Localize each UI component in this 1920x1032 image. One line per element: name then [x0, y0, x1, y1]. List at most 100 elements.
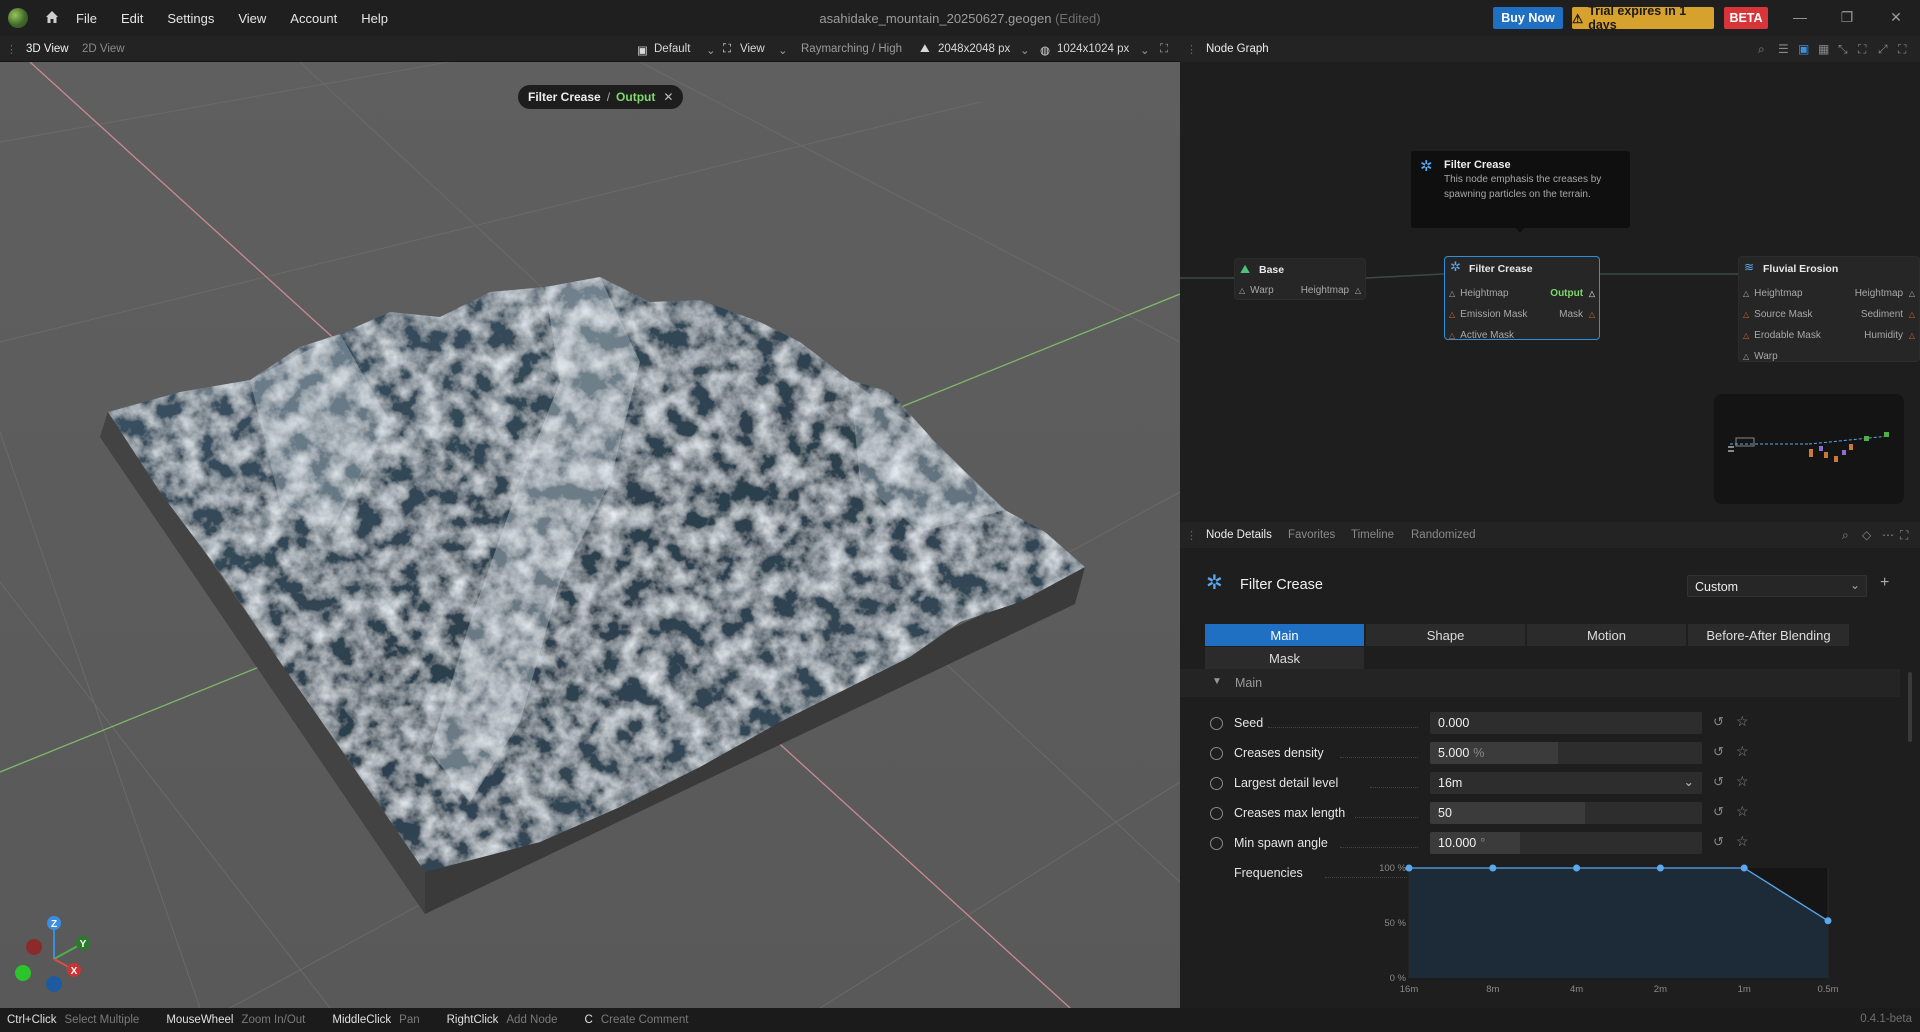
axis-gizmo[interactable]: Z Y X: [10, 912, 100, 994]
param-expose-radio[interactable]: [1210, 837, 1223, 850]
tab-motion[interactable]: Motion: [1527, 624, 1686, 646]
menu-file[interactable]: File: [76, 11, 97, 26]
texture-resolution[interactable]: 1024x1024 px: [1057, 43, 1129, 55]
reset-icon[interactable]: ↺: [1713, 714, 1724, 730]
drag-handle-icon[interactable]: ⋮: [6, 43, 17, 56]
tab-shape[interactable]: Shape: [1366, 624, 1525, 646]
search-icon[interactable]: ⌕: [1758, 42, 1765, 57]
add-icon[interactable]: +: [1880, 574, 1889, 592]
drag-handle-icon[interactable]: ⋮: [1186, 43, 1197, 56]
output-port-mask[interactable]: Mask △: [1559, 309, 1595, 320]
output-port-output[interactable]: Output △: [1550, 288, 1595, 299]
star-icon[interactable]: ☆: [1736, 773, 1749, 790]
tab-2d-view[interactable]: 2D View: [82, 43, 125, 55]
tab-mask[interactable]: Mask: [1205, 647, 1364, 669]
input-port-heightmap[interactable]: △ Heightmap: [1449, 288, 1509, 299]
star-icon[interactable]: ☆: [1736, 833, 1749, 850]
search-icon[interactable]: ⌕: [1842, 528, 1849, 543]
breadcrumb-output[interactable]: Output: [616, 90, 655, 104]
close-icon[interactable]: ✕: [1886, 9, 1906, 26]
input-port-warp[interactable]: △ Warp: [1743, 351, 1778, 362]
star-icon[interactable]: ☆: [1736, 803, 1749, 820]
menu-account[interactable]: Account: [290, 11, 337, 26]
camera-select[interactable]: Default: [654, 43, 690, 55]
creases-max-length-slider[interactable]: 50: [1430, 802, 1702, 824]
chevron-down-icon[interactable]: ⌄: [778, 43, 788, 57]
section-main-header[interactable]: ▼ Main: [1180, 669, 1900, 697]
tab-main[interactable]: Main: [1205, 624, 1364, 646]
menu-view[interactable]: View: [238, 11, 266, 26]
output-port-humidity[interactable]: Humidity △: [1864, 330, 1915, 341]
minimize-icon[interactable]: —: [1790, 9, 1810, 25]
reset-icon[interactable]: ↺: [1713, 744, 1724, 760]
reset-icon[interactable]: ↺: [1713, 804, 1724, 820]
input-port-warp[interactable]: △ Warp: [1239, 285, 1274, 296]
fit-icon[interactable]: ⤡: [1838, 42, 1848, 57]
grid-icon[interactable]: ▦: [1818, 42, 1829, 56]
focus-icon[interactable]: ⛶: [1858, 42, 1866, 57]
tab-before-after-blending[interactable]: Before-After Blending: [1688, 624, 1849, 646]
node-fluvial-erosion[interactable]: ≋ Fluvial Erosion △ Heightmap △ Source Mas…: [1738, 256, 1920, 362]
param-expose-radio[interactable]: [1210, 717, 1223, 730]
reset-icon[interactable]: ↺: [1713, 834, 1724, 850]
diamond-icon[interactable]: ◇: [1862, 528, 1871, 542]
curve-point[interactable]: [1740, 864, 1748, 872]
more-icon[interactable]: ⋯: [1882, 528, 1894, 542]
trial-badge[interactable]: ⚠ Trial expires in 1 days: [1572, 4, 1714, 32]
input-port-erodable-mask[interactable]: △ Erodable Mask: [1743, 330, 1821, 341]
chevron-down-icon[interactable]: ⌄: [706, 43, 716, 57]
tab-favorites[interactable]: Favorites: [1288, 529, 1335, 541]
node-base[interactable]: ⛰ Base △ Warp Heightmap △: [1234, 258, 1366, 300]
menu-settings[interactable]: Settings: [167, 11, 214, 26]
star-icon[interactable]: ☆: [1736, 743, 1749, 760]
chevron-down-icon[interactable]: ⌄: [1140, 43, 1150, 57]
output-port-heightmap[interactable]: Heightmap △: [1301, 285, 1361, 296]
breadcrumb-node[interactable]: Filter Crease: [528, 90, 601, 104]
output-port-sediment[interactable]: Sediment △: [1861, 309, 1915, 320]
tab-node-details[interactable]: Node Details: [1206, 529, 1272, 541]
fullscreen-icon[interactable]: ⛶: [1160, 43, 1168, 56]
render-mode[interactable]: Raymarching / High: [801, 43, 902, 55]
close-icon[interactable]: ✕: [663, 90, 673, 104]
app-logo[interactable]: [8, 8, 28, 28]
tab-timeline[interactable]: Timeline: [1351, 529, 1394, 541]
curve-point[interactable]: [1824, 917, 1832, 925]
curve-point[interactable]: [1405, 864, 1413, 872]
curve-point[interactable]: [1573, 864, 1581, 872]
preset-select[interactable]: Custom ⌄: [1687, 575, 1867, 597]
tab-3d-view[interactable]: 3D View: [26, 43, 69, 55]
param-expose-radio[interactable]: [1210, 747, 1223, 760]
curve-point[interactable]: [1656, 864, 1664, 872]
star-icon[interactable]: ☆: [1736, 713, 1749, 730]
param-expose-radio[interactable]: [1210, 807, 1223, 820]
input-port-active-mask[interactable]: △ Active Mask: [1449, 330, 1514, 341]
input-port-heightmap[interactable]: △ Heightmap: [1743, 288, 1803, 299]
buy-now-button[interactable]: Buy Now: [1493, 7, 1563, 29]
curve-point[interactable]: [1489, 864, 1497, 872]
creases-density-slider[interactable]: 5.000%: [1430, 742, 1702, 764]
reset-icon[interactable]: ↺: [1713, 774, 1724, 790]
output-port-heightmap[interactable]: Heightmap △: [1855, 288, 1915, 299]
expand-icon[interactable]: ⤢: [1878, 42, 1888, 57]
min-spawn-angle-slider[interactable]: 10.000 °: [1430, 832, 1702, 854]
3d-viewport[interactable]: Z Y X: [0, 62, 1180, 1008]
menu-edit[interactable]: Edit: [121, 11, 143, 26]
input-port-emission-mask[interactable]: △ Emission Mask: [1449, 309, 1527, 320]
node-graph-canvas[interactable]: ✲ Filter Crease This node emphasis the c…: [1180, 62, 1920, 522]
fullscreen-icon[interactable]: ⛶: [1898, 42, 1906, 57]
param-expose-radio[interactable]: [1210, 777, 1223, 790]
largest-detail-level-select[interactable]: 16m ⌄: [1430, 772, 1702, 794]
chevron-down-icon[interactable]: ⌄: [1020, 43, 1030, 57]
maximize-icon[interactable]: ❐: [1837, 9, 1857, 26]
terrain-resolution[interactable]: 2048x2048 px: [938, 43, 1010, 55]
node-filter-crease[interactable]: ✲ Filter Crease △ Heightmap △ Emission Mas…: [1444, 256, 1600, 341]
layout-icon[interactable]: ▣: [1798, 42, 1809, 56]
list-icon[interactable]: ☰: [1778, 42, 1789, 56]
drag-handle-icon[interactable]: ⋮: [1186, 529, 1197, 542]
scrollbar[interactable]: [1908, 672, 1912, 742]
frequencies-curve-editor[interactable]: 100 % 50 % 0 %16m 8m 4m 2m 1m 0.5m: [1370, 860, 1890, 1008]
menu-help[interactable]: Help: [361, 11, 388, 26]
seed-field[interactable]: 0.000: [1430, 712, 1702, 734]
fullscreen-icon[interactable]: ⛶: [1900, 528, 1908, 543]
node-graph-minimap[interactable]: [1714, 394, 1904, 504]
